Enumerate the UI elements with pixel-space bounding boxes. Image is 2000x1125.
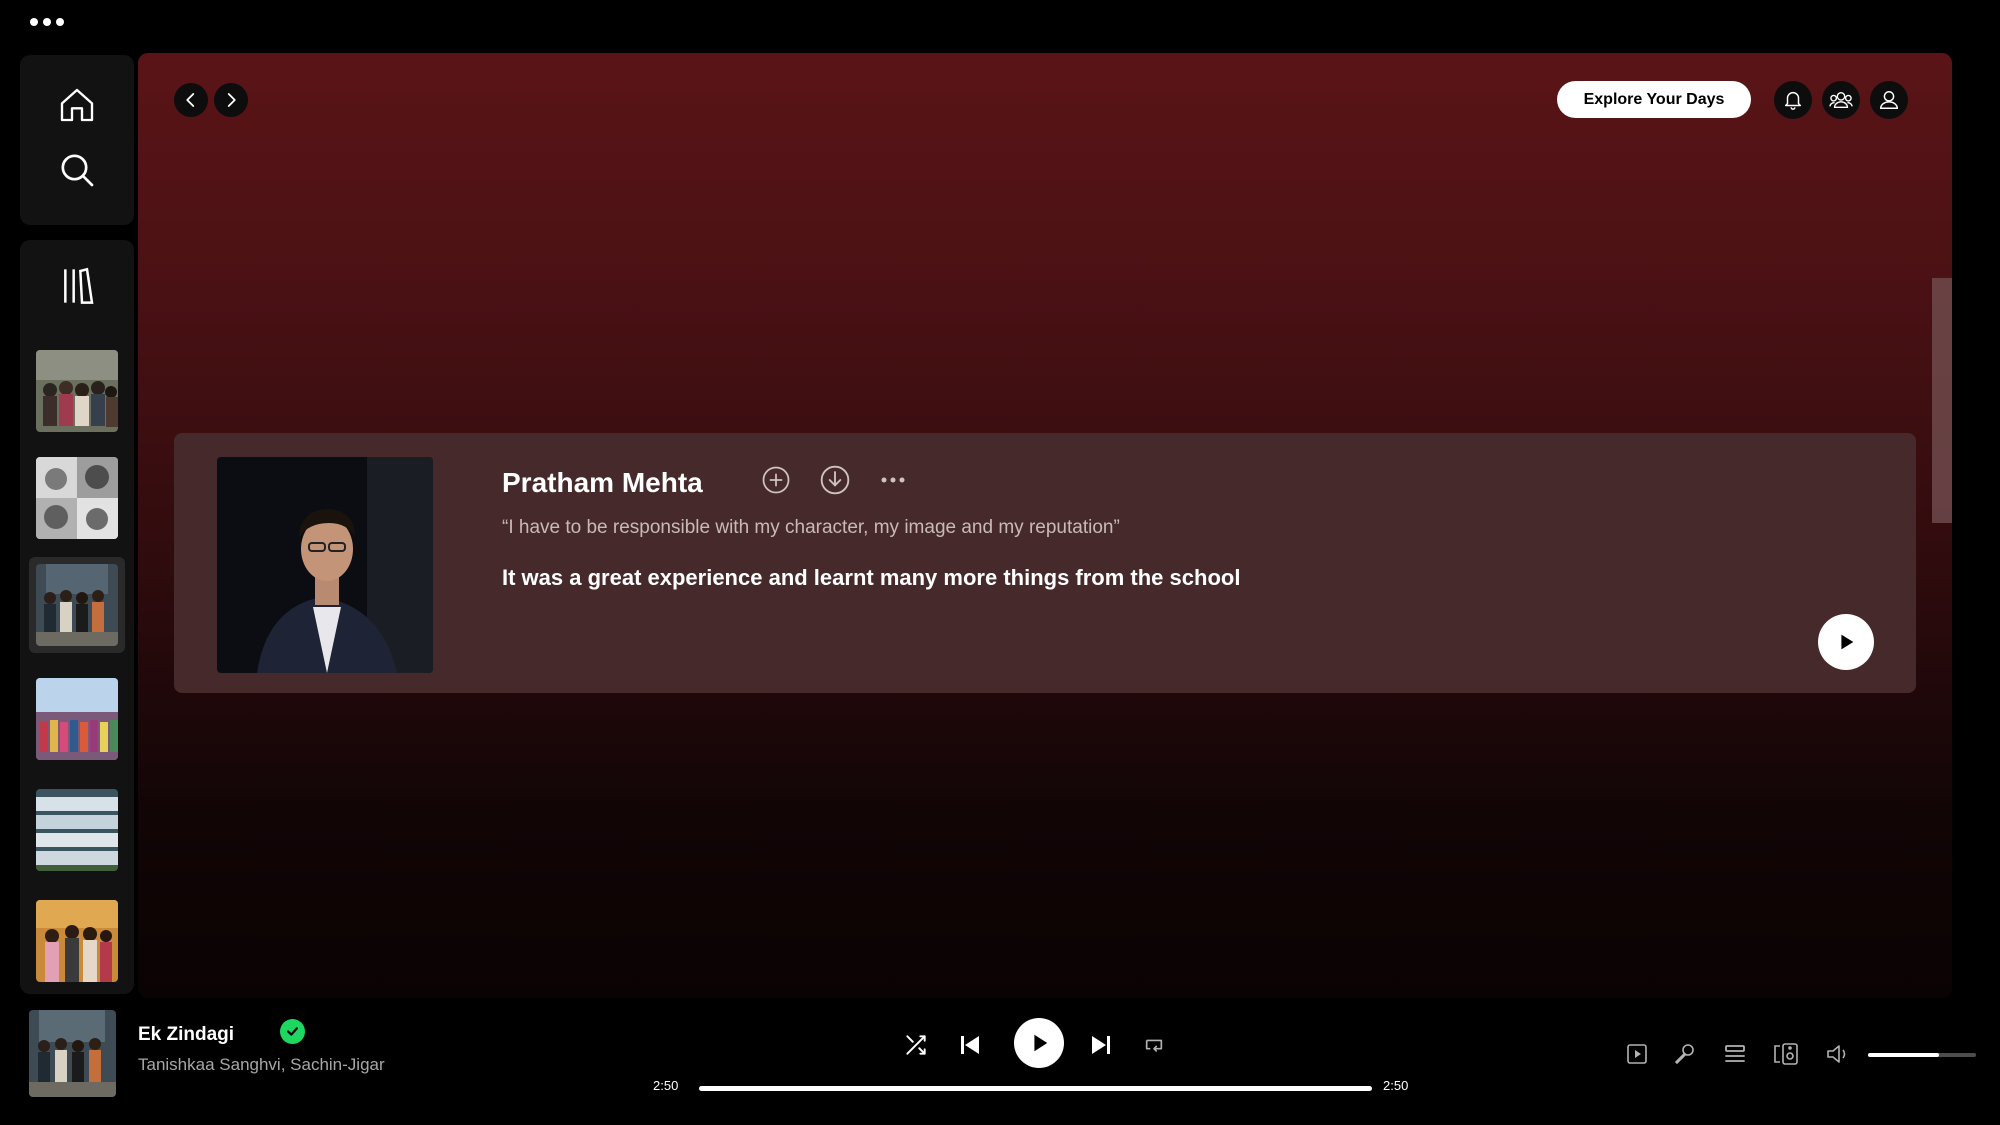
progress-fill	[699, 1086, 1372, 1091]
dot	[56, 18, 64, 26]
home-icon[interactable]	[57, 85, 97, 125]
card-description: It was a great experience and learnt man…	[502, 565, 1241, 590]
dot	[43, 18, 51, 26]
previous-button[interactable]	[954, 1029, 986, 1061]
library-item-thumbnail[interactable]	[36, 350, 118, 432]
library-item-thumbnail[interactable]	[36, 678, 118, 760]
profile-card: Pratham Mehta “I have to be responsible …	[174, 433, 1916, 693]
card-play-button[interactable]	[1818, 614, 1874, 670]
main-content: Explore Your Days Pratham Mehta “I have …	[138, 53, 1952, 998]
notifications-button[interactable]	[1774, 81, 1812, 119]
now-playing-artwork[interactable]	[29, 1010, 116, 1097]
connect-device-icon	[1774, 1043, 1798, 1065]
download-button[interactable]	[818, 463, 852, 497]
play-icon	[1841, 634, 1854, 650]
volume-button[interactable]	[1824, 1040, 1852, 1068]
profile-photo	[217, 457, 433, 673]
more-icon	[881, 477, 905, 483]
sidebar-library	[20, 240, 134, 994]
search-icon[interactable]	[57, 150, 97, 190]
bell-icon	[1784, 92, 1802, 110]
add-button[interactable]	[759, 463, 793, 497]
explore-your-days-button[interactable]: Explore Your Days	[1557, 81, 1751, 118]
saved-check-icon[interactable]	[280, 1019, 305, 1044]
repeat-button[interactable]	[1138, 1029, 1170, 1061]
connect-device-button[interactable]	[1772, 1040, 1800, 1068]
chevron-left-icon	[186, 93, 195, 107]
repeat-icon	[1145, 1039, 1163, 1053]
library-item-thumbnail[interactable]	[36, 789, 118, 871]
card-quote: “I have to be responsible with my charac…	[502, 517, 1120, 538]
friend-activity-button[interactable]	[1822, 81, 1860, 119]
friends-icon	[1829, 91, 1853, 109]
total-duration: 2:50	[1383, 1078, 1409, 1093]
play-icon	[1034, 1034, 1048, 1052]
back-button[interactable]	[174, 83, 208, 117]
chevron-right-icon	[227, 93, 236, 107]
skip-back-icon	[961, 1036, 979, 1054]
window-menu-dots[interactable]	[30, 18, 64, 26]
shuffle-icon	[906, 1035, 926, 1055]
lyrics-button[interactable]	[1670, 1040, 1698, 1068]
card-name: Pratham Mehta	[502, 467, 703, 498]
progress-bar[interactable]	[699, 1086, 1372, 1091]
next-button[interactable]	[1085, 1029, 1117, 1061]
library-icon[interactable]	[60, 266, 94, 306]
now-playing-view-icon	[1627, 1044, 1647, 1064]
shuffle-button[interactable]	[900, 1029, 932, 1061]
volume-fill	[1868, 1053, 1940, 1057]
profile-button[interactable]	[1870, 81, 1908, 119]
volume-slider[interactable]	[1868, 1053, 1976, 1057]
volume-icon	[1827, 1045, 1846, 1063]
library-item-thumbnail-active[interactable]	[36, 564, 118, 646]
skip-forward-icon	[1092, 1036, 1110, 1054]
user-icon	[1880, 91, 1898, 109]
download-icon	[820, 465, 850, 495]
now-playing-view-button[interactable]	[1623, 1040, 1651, 1068]
track-title[interactable]: Ek Zindagi	[138, 1024, 234, 1046]
more-options-button[interactable]	[876, 463, 910, 497]
queue-icon	[1725, 1045, 1745, 1062]
play-button[interactable]	[1014, 1018, 1064, 1068]
microphone-icon	[1674, 1044, 1694, 1065]
player-bar: Ek Zindagi Tanishkaa Sanghvi, Sachin-Jig…	[0, 998, 2000, 1125]
track-artist[interactable]: Tanishkaa Sanghvi, Sachin-Jigar	[138, 1055, 385, 1075]
plus-circle-icon	[762, 466, 790, 494]
dot	[30, 18, 38, 26]
library-item-thumbnail[interactable]	[36, 457, 118, 539]
scrollbar-thumb[interactable]	[1932, 278, 1952, 523]
sidebar-nav	[20, 55, 134, 225]
elapsed-time: 2:50	[653, 1078, 679, 1093]
library-item-thumbnail[interactable]	[36, 900, 118, 982]
queue-button[interactable]	[1721, 1040, 1749, 1068]
forward-button[interactable]	[214, 83, 248, 117]
